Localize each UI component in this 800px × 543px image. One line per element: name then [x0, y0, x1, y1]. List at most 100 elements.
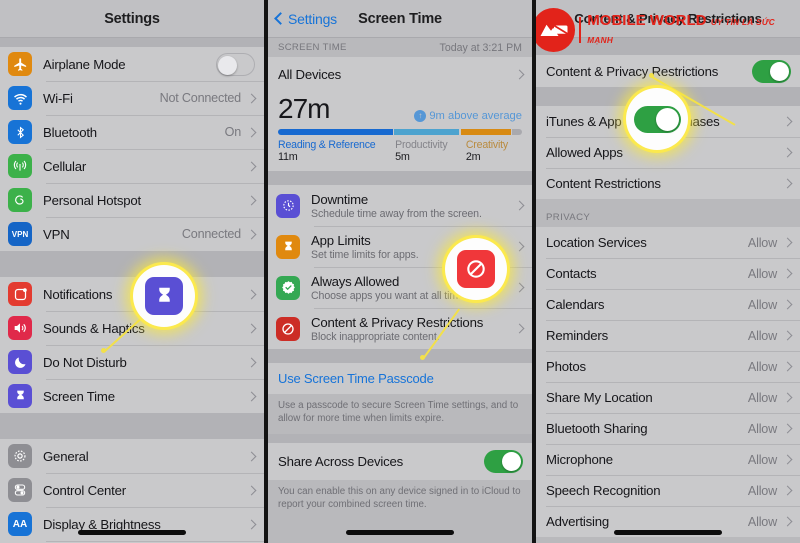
row-label: Advertising: [546, 514, 610, 529]
chevron-right-icon: [514, 323, 525, 334]
chevron-right-icon: [514, 282, 525, 293]
hourglass-icon: [276, 234, 300, 259]
toggle-knob: [770, 61, 789, 81]
display-brightness-icon: AA: [8, 512, 32, 536]
chevron-right-icon: [246, 195, 257, 205]
settings-row-airplane-mode[interactable]: Airplane Mode: [0, 47, 264, 81]
row-speech-recognition[interactable]: Speech Recognition Allow: [536, 475, 800, 506]
settings-row-label: Airplane Mode: [43, 56, 126, 72]
watermark-text: MOBILE WORLD UY TÍN LÀ SỨC MẠNH: [587, 12, 800, 48]
row-value: Allow: [747, 235, 777, 250]
main-toggle-group: Content & Privacy Restrictions: [536, 55, 800, 87]
settings-row-bluetooth[interactable]: Bluetooth On: [0, 115, 264, 149]
chevron-right-icon: [782, 392, 793, 403]
chevron-right-icon: [246, 289, 257, 299]
row-label: Content & Privacy Restrictions: [311, 314, 484, 330]
row-calendars[interactable]: Calendars Allow: [536, 289, 800, 320]
settings-row-do-not-disturb[interactable]: Do Not Disturb: [0, 345, 264, 379]
settings-row-value: Connected: [181, 227, 241, 241]
settings-row-display-brightness[interactable]: AA Display & Brightness: [0, 507, 264, 541]
average-comparison-label: 9m above average: [429, 110, 522, 122]
screen-time-summary-header: SCREEN TIME Today at 3:21 PM: [268, 38, 532, 57]
chart-legend: Reading & Reference 11m Productivity 5m …: [278, 139, 522, 163]
chevron-right-icon: [782, 299, 793, 310]
settings-row-notifications[interactable]: Notifications: [0, 277, 264, 311]
row-share-my-location[interactable]: Share My Location Allow: [536, 382, 800, 413]
row-label: Downtime: [311, 191, 369, 207]
settings-row-personal-hotspot[interactable]: Personal Hotspot: [0, 183, 264, 217]
chart-header: 27m ↑ 9m above average: [278, 93, 522, 125]
chevron-right-icon: [246, 127, 257, 137]
restrictions-icon: [457, 250, 495, 288]
use-screen-time-passcode-button[interactable]: Use Screen Time Passcode: [268, 363, 532, 394]
airplane-icon: [8, 52, 32, 76]
row-text: Downtime Schedule time away from the scr…: [311, 192, 514, 220]
callout-toggle: [626, 88, 688, 150]
row-share-across-devices[interactable]: Share Across Devices: [268, 442, 532, 480]
notifications-icon: [8, 282, 32, 306]
row-location-services[interactable]: Location Services Allow: [536, 227, 800, 258]
settings-row-value: On: [224, 125, 242, 139]
callout-anchor-dot: [649, 73, 654, 78]
row-content-privacy-restrictions[interactable]: Content & Privacy Restrictions: [536, 55, 800, 87]
row-value: Allow: [747, 297, 777, 312]
legend-label: Productivity: [395, 139, 448, 151]
wifi-icon: [8, 86, 32, 110]
usage-bar-chart: [278, 129, 522, 135]
spacer: [0, 38, 264, 47]
row-bluetooth-sharing[interactable]: Bluetooth Sharing Allow: [536, 413, 800, 444]
chevron-right-icon: [782, 485, 793, 496]
chevron-right-icon: [514, 241, 525, 252]
settings-row-general[interactable]: General: [0, 439, 264, 473]
row-text: Content & Privacy Restrictions Block ina…: [311, 315, 514, 343]
share-note: You can enable this on any device signed…: [278, 485, 521, 510]
chevron-right-icon: [246, 451, 257, 461]
settings-row-screen-time[interactable]: Screen Time: [0, 379, 264, 413]
settings-row-cellular[interactable]: Cellular: [0, 149, 264, 183]
chevron-right-icon: [246, 519, 257, 529]
chevron-right-icon: [782, 516, 793, 527]
back-button[interactable]: Settings: [274, 10, 337, 27]
chevron-right-icon: [246, 229, 257, 239]
row-photos[interactable]: Photos Allow: [536, 351, 800, 382]
bar-segment-reading: [278, 129, 393, 135]
home-indicator: [346, 530, 454, 535]
row-value: Allow: [747, 421, 777, 436]
legend-value: 2m: [465, 151, 481, 163]
home-indicator: [78, 530, 186, 535]
chevron-right-icon: [246, 161, 257, 171]
row-label: Calendars: [546, 297, 605, 312]
chevron-left-icon: [274, 12, 287, 25]
airplane-mode-toggle[interactable]: [216, 52, 255, 76]
settings-group-system: General Control Center AA Display & Brig…: [0, 439, 264, 543]
share-across-devices-toggle[interactable]: [484, 449, 523, 473]
settings-row-wifi[interactable]: Wi-Fi Not Connected: [0, 81, 264, 115]
chevron-right-icon: [782, 116, 793, 127]
back-label: Settings: [288, 10, 337, 27]
row-reminders[interactable]: Reminders Allow: [536, 320, 800, 351]
row-downtime[interactable]: Downtime Schedule time away from the scr…: [268, 185, 532, 226]
row-all-devices[interactable]: All Devices: [268, 57, 532, 91]
bar-segment-creativity: [460, 129, 511, 135]
restrictions-icon: [276, 316, 300, 341]
cellular-icon: [8, 154, 32, 178]
row-content-privacy-restrictions[interactable]: Content & Privacy Restrictions Block ina…: [268, 308, 532, 349]
summary-timestamp: Today at 3:21 PM: [439, 42, 522, 54]
content-privacy-restrictions-toggle[interactable]: [752, 59, 791, 83]
control-center-icon: [8, 478, 32, 502]
settings-row-vpn[interactable]: VPN VPN Connected: [0, 217, 264, 251]
panel-content-privacy: Content & Privacy Restrictions Content &…: [536, 0, 800, 543]
chevron-right-icon: [782, 423, 793, 434]
row-contacts[interactable]: Contacts Allow: [536, 258, 800, 289]
callout-restrictions-icon: [445, 238, 507, 300]
row-label: Share My Location: [546, 390, 653, 405]
row-label: Reminders: [546, 328, 608, 343]
row-microphone[interactable]: Microphone Allow: [536, 444, 800, 475]
row-label: Bluetooth Sharing: [546, 421, 648, 436]
watermark-divider: [579, 17, 582, 43]
row-content-restrictions[interactable]: Content Restrictions: [536, 168, 800, 199]
chevron-right-icon: [246, 357, 257, 367]
row-value: Allow: [747, 359, 777, 374]
settings-row-control-center[interactable]: Control Center: [0, 473, 264, 507]
settings-row-label: Screen Time: [43, 388, 115, 404]
